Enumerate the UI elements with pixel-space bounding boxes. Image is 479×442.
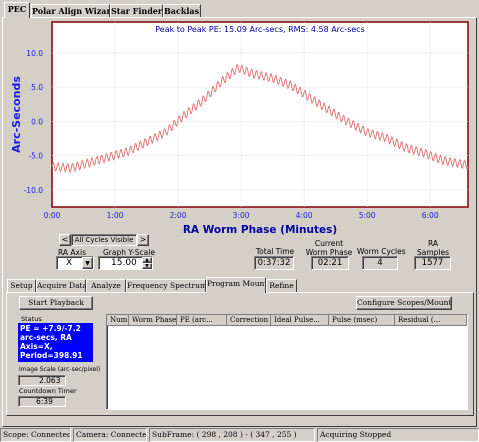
y-tick-label: -10.0 xyxy=(24,186,44,195)
countdown-value: 6:39 xyxy=(18,396,66,407)
x-tick-label: 3:00 xyxy=(233,211,250,220)
tab-refine[interactable]: Refine xyxy=(266,279,297,293)
pe-table[interactable]: Num Worm Phase PE (arc... Correction Ide… xyxy=(106,314,468,410)
tab-frequency-spectrum[interactable]: Frequency Spectrum xyxy=(126,279,206,293)
spin-down-icon[interactable]: ▼ xyxy=(142,263,152,269)
column-header-pulse[interactable]: Pulse (msec) xyxy=(329,315,395,326)
worm-cycles-label: Worm Cycles xyxy=(357,247,406,256)
x-tick-label: 6:00 xyxy=(422,211,439,220)
column-header-correction[interactable]: Correction xyxy=(227,315,271,326)
tab-program-mount[interactable]: Program Mount xyxy=(206,277,266,293)
countdown-label: Countdown Timer xyxy=(19,387,77,395)
start-playback-button[interactable]: Start Playback xyxy=(19,296,93,310)
plot-area xyxy=(51,21,469,208)
ra-axis-value: X xyxy=(66,258,73,268)
y-axis-label: Arc-Seconds xyxy=(10,76,23,153)
worm-cycles-value: 4 xyxy=(362,256,398,270)
configure-scopes-button[interactable]: Configure Scopes/Mounts xyxy=(356,296,452,310)
pe-chart: 0:00 1:00 2:00 3:00 4:00 5:00 6:00 10.0 5.0 0.0 -5… xyxy=(10,21,469,236)
column-header-worm-phase[interactable]: Worm Phase xyxy=(129,315,177,326)
y-tick-label: -5.0 xyxy=(28,152,43,161)
cycles-visible-display: All Cycles Visible xyxy=(71,234,137,246)
subframe-status: SubFrame: ( 298 , 208 ) - ( 347 , 255 ) xyxy=(149,428,315,442)
ra-samples-label: RA Samples xyxy=(416,239,450,257)
tab-analyze[interactable]: Analyze xyxy=(86,279,126,293)
acquiring-status: Acquiring Stopped xyxy=(317,428,479,442)
x-axis-label: RA Worm Phase (Minutes) xyxy=(183,224,337,236)
ra-samples-value: 1577 xyxy=(414,256,451,270)
tab-acquire-data[interactable]: Acquire Data xyxy=(36,279,86,293)
y-tick-label: 5.0 xyxy=(31,83,43,92)
column-header-residual[interactable]: Residual (... xyxy=(395,315,467,326)
status-label: Status xyxy=(21,315,42,323)
column-header-num[interactable]: Num xyxy=(107,315,129,326)
x-tick-label: 2:00 xyxy=(170,211,187,220)
scope-status: Scope: Connected xyxy=(0,428,71,442)
chevron-down-icon[interactable]: ▼ xyxy=(82,257,93,269)
total-time-label: Total Time xyxy=(255,247,295,256)
ra-axis-select[interactable]: X ▼ xyxy=(56,256,94,270)
tab-star-finder[interactable]: Star Finder xyxy=(110,4,163,18)
chart-title: Peak to Peak PE: 15.09 Arc-secs, RMS: 4.… xyxy=(155,25,365,34)
image-scale-label: Image Scale (arc-sec/pixel) xyxy=(19,366,101,373)
y-tick-label: 0.0 xyxy=(31,117,43,126)
tab-backlash[interactable]: Backlash xyxy=(163,4,201,18)
prev-cycle-button[interactable]: < xyxy=(59,234,71,246)
x-tick-label: 0:00 xyxy=(44,211,61,220)
worm-phase-label: Current Worm Phase xyxy=(305,239,353,257)
column-header-ideal-pulse[interactable]: Ideal Pulse... xyxy=(271,315,329,326)
x-tick-label: 4:00 xyxy=(296,211,313,220)
image-scale-value: 2.063 xyxy=(18,375,66,386)
y-tick-label: 10.0 xyxy=(26,49,43,58)
worm-phase-value: 02:21 xyxy=(311,256,349,270)
camera-status: Camera: Connected xyxy=(73,428,147,442)
tab-polar-align-wizard[interactable]: Polar Align Wizard xyxy=(31,4,110,18)
column-header-pe[interactable]: PE (arc... xyxy=(177,315,227,326)
total-time-value: 0:37:32 xyxy=(254,256,294,270)
next-cycle-button[interactable]: > xyxy=(137,234,149,246)
x-tick-label: 1:00 xyxy=(107,211,124,220)
graph-scale-value: 15.00 xyxy=(111,258,137,268)
graph-scale-stepper[interactable]: 15.00 ▲ ▼ xyxy=(98,256,153,270)
status-readout: PE = +7.9/-7.2 arc-secs, RA Axis=X, Peri… xyxy=(18,323,93,362)
x-tick-label: 5:00 xyxy=(359,211,376,220)
tab-setup[interactable]: Setup xyxy=(7,279,36,293)
tab-pec[interactable]: PEC xyxy=(4,2,30,18)
